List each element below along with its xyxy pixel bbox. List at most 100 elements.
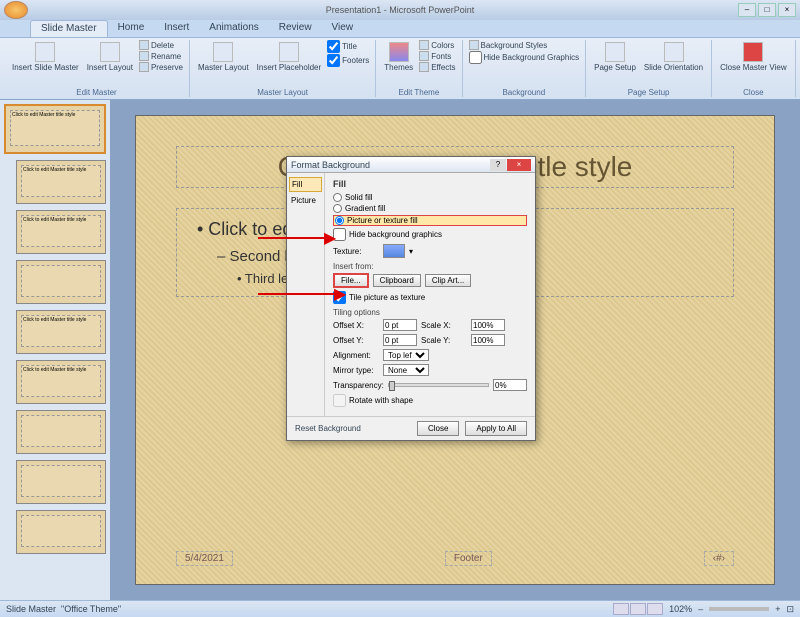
tab-insert[interactable]: Insert [154,20,199,37]
solid-fill-radio[interactable]: Solid fill [333,193,527,202]
format-background-dialog: Format Background ? × Fill Picture Fill … [286,156,536,441]
hide-bg-checkbox[interactable]: Hide Background Graphics [469,51,580,64]
minimize-button[interactable]: – [738,3,756,17]
alignment-select[interactable]: Top left [383,349,429,361]
slider-thumb-icon[interactable] [389,381,395,391]
rotate-checkbox[interactable]: Rotate with shape [333,394,527,407]
layout-thumbnail[interactable]: Click to edit Master title style [16,360,106,404]
tile-checkbox[interactable]: Tile picture as texture [333,291,527,304]
status-mode: Slide Master [6,604,56,614]
master-layout-icon [213,42,233,62]
insert-slide-master-button[interactable]: Insert Slide Master [10,40,81,74]
normal-view-button[interactable] [613,603,629,615]
offset-y-label: Offset Y: [333,336,379,345]
side-picture[interactable]: Picture [289,194,322,207]
ribbon-group-edit-theme: Themes Colors Fonts Effects Edit Theme [376,40,462,97]
layout-thumbnail[interactable] [16,410,106,454]
annotation-arrow-icon: ▶ [334,284,346,304]
tiling-options-label: Tiling options [333,308,527,317]
close-window-button[interactable]: × [778,3,796,17]
fill-section-label: Fill [333,179,527,189]
number-placeholder[interactable]: ‹#› [704,551,734,566]
ribbon: Insert Slide Master Insert Layout Delete… [0,38,800,100]
background-styles-button[interactable]: Background Styles [469,40,580,50]
dialog-close-button[interactable]: × [507,159,531,171]
layout-thumbnail[interactable] [16,260,106,304]
clipart-button[interactable]: Clip Art... [425,274,471,287]
texture-picker[interactable] [383,244,405,258]
insert-from-label: Insert from: [333,262,527,271]
layout-thumbnail[interactable]: Click to edit Master title style [16,210,106,254]
preserve-button[interactable]: Preserve [139,62,183,72]
insert-placeholder-button[interactable]: Insert Placeholder [255,40,323,74]
sorter-view-button[interactable] [630,603,646,615]
page-setup-button[interactable]: Page Setup [592,40,638,74]
ribbon-group-close: Close Master View Close [712,40,796,97]
thumbnail-panel[interactable]: 1Click to edit Master title style Click … [0,100,110,600]
close-master-button[interactable]: Close Master View [718,40,789,74]
offset-y-input[interactable] [383,334,417,346]
ribbon-group-page-setup: Page Setup Slide Orientation Page Setup [586,40,712,97]
transparency-label: Transparency: [333,381,384,390]
themes-icon [389,42,409,62]
themes-button[interactable]: Themes [382,40,415,74]
ribbon-group-background: Background Styles Hide Background Graphi… [463,40,587,97]
zoom-in-button[interactable]: + [775,604,780,614]
delete-button[interactable]: Delete [139,40,183,50]
title-checkbox[interactable]: Title [327,40,369,53]
slideshow-view-button[interactable] [647,603,663,615]
scale-y-input[interactable] [471,334,505,346]
fit-button[interactable]: ⊡ [786,604,794,615]
dropdown-icon[interactable]: ▾ [409,247,413,256]
zoom-slider[interactable] [709,607,769,611]
zoom-out-button[interactable]: – [698,604,703,614]
offset-x-input[interactable] [383,319,417,331]
tab-animations[interactable]: Animations [199,20,268,37]
insert-layout-button[interactable]: Insert Layout [85,40,135,74]
fonts-button[interactable]: Fonts [419,51,455,61]
apply-all-button[interactable]: Apply to All [465,421,527,436]
orientation-icon [664,42,684,62]
gradient-fill-radio[interactable]: Gradient fill [333,204,527,213]
ribbon-group-edit-master: Insert Slide Master Insert Layout Delete… [4,40,190,97]
mirror-select[interactable]: None [383,364,429,376]
layout-thumbnail[interactable] [16,460,106,504]
group-title-page-setup: Page Setup [628,88,670,97]
texture-label: Texture: [333,247,379,256]
tab-home[interactable]: Home [108,20,155,37]
clipboard-button[interactable]: Clipboard [373,274,421,287]
master-thumbnail[interactable]: 1Click to edit Master title style [4,104,106,154]
footer-placeholder[interactable]: Footer [445,551,492,566]
transparency-slider[interactable] [388,383,489,387]
dialog-titlebar[interactable]: Format Background ? × [287,157,535,173]
footers-checkbox[interactable]: Footers [327,54,369,67]
transparency-input[interactable] [493,379,527,391]
colors-button[interactable]: Colors [419,40,455,50]
dialog-help-button[interactable]: ? [490,159,506,171]
window-controls: – □ × [738,3,796,17]
group-title-master-layout: Master Layout [257,88,308,97]
reset-background-link[interactable]: Reset Background [295,424,361,433]
rename-button[interactable]: Rename [139,51,183,61]
ribbon-group-master-layout: Master Layout Insert Placeholder Title F… [190,40,376,97]
maximize-button[interactable]: □ [758,3,776,17]
date-placeholder[interactable]: 5/4/2021 [176,551,233,566]
delete-icon [139,40,149,50]
tab-review[interactable]: Review [269,20,322,37]
office-button[interactable] [4,1,28,19]
picture-texture-fill-radio[interactable]: Picture or texture fill [333,215,527,226]
scale-x-input[interactable] [471,319,505,331]
close-button[interactable]: Close [417,421,459,436]
layout-thumbnail[interactable]: Click to edit Master title style [16,310,106,354]
orientation-button[interactable]: Slide Orientation [642,40,705,74]
tab-slide-master[interactable]: Slide Master [30,20,108,37]
hide-bg-graphics-checkbox[interactable]: Hide background graphics [333,228,527,241]
layout-thumbnail[interactable] [16,510,106,554]
tab-view[interactable]: View [322,20,364,37]
side-fill[interactable]: Fill [289,177,322,192]
placeholder-icon [279,42,299,62]
master-layout-button[interactable]: Master Layout [196,40,251,74]
offset-x-label: Offset X: [333,321,379,330]
effects-button[interactable]: Effects [419,62,455,72]
layout-thumbnail[interactable]: Click to edit Master title style [16,160,106,204]
